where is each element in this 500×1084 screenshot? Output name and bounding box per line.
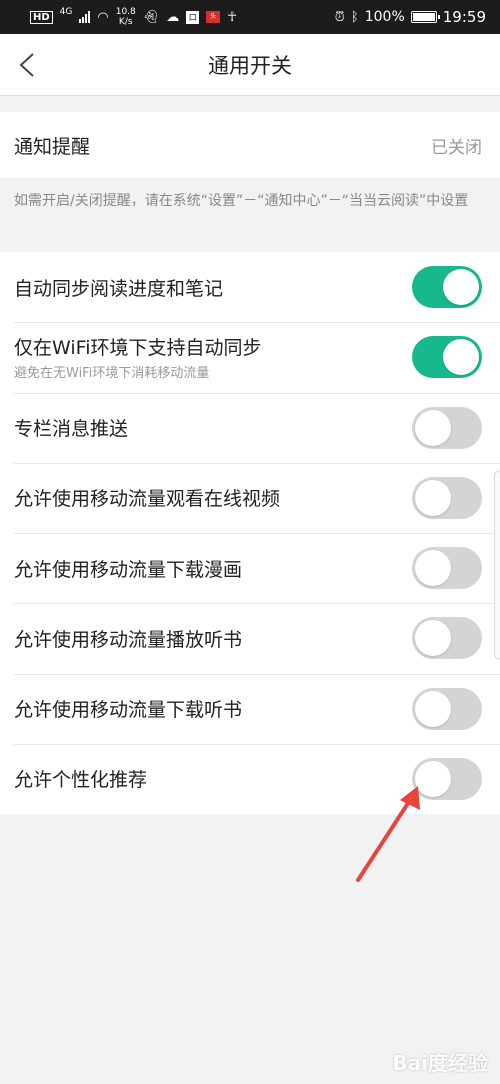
setting-label: 允许个性化推荐 — [14, 769, 148, 792]
setting-label: 允许使用移动流量播放听书 — [14, 628, 243, 651]
toggle-knob — [415, 690, 451, 727]
toggle-knob — [415, 479, 451, 516]
setting-toggle[interactable] — [412, 547, 482, 590]
swirl-app-icon: ☥ — [227, 9, 237, 25]
setting-label: 专栏消息推送 — [14, 418, 129, 441]
toggle-knob — [443, 339, 479, 376]
clock: 19:59 — [442, 8, 486, 26]
baidu-jingyan-watermark: Bai度经验 — [392, 1051, 488, 1075]
setting-toggle[interactable] — [412, 406, 482, 449]
setting-sublabel: 避免在无WiFi环境下消耗移动流量 — [14, 366, 210, 382]
back-arrow-icon[interactable] — [16, 52, 40, 78]
hd-badge: HD — [30, 10, 53, 24]
bluetooth-icon: ᛒ — [350, 9, 359, 25]
setting-text: 允许使用移动流量播放听书 — [14, 625, 242, 652]
setting-text: 仅在WiFi环境下支持自动同步避免在无WiFi环境下消耗移动流量 — [14, 333, 261, 381]
nav-header: 通用开关 — [0, 34, 500, 96]
wifi-icon: ◠ — [97, 9, 109, 25]
notification-hint: 如需开启/关闭提醒，请在系统“设置”－“通知中心”－“当当云阅读”中设置 — [0, 178, 500, 252]
toggle-knob — [415, 550, 451, 587]
network-speed: 10.8 K/s — [116, 7, 136, 27]
status-right: ⏰︎ ᛒ 100% 19:59 — [335, 8, 486, 26]
setting-text: 允许个性化推荐 — [14, 765, 147, 792]
wechat-icon: ☁ — [166, 9, 180, 25]
toggle-knob — [443, 269, 479, 306]
notification-status: 已关闭 — [431, 137, 482, 158]
toggle-knob — [415, 620, 451, 657]
setting-label: 仅在WiFi环境下支持自动同步 — [14, 337, 262, 360]
app-notification-icon: 口 — [186, 10, 200, 24]
page-title: 通用开关 — [208, 53, 292, 78]
setting-toggle[interactable] — [412, 476, 482, 519]
setting-text: 允许使用移动流量下载听书 — [14, 695, 242, 722]
setting-text: 允许使用移动流量观看在线视频 — [14, 484, 280, 511]
network-type: 4G — [59, 7, 73, 17]
battery-icon — [410, 11, 440, 23]
news-app-icon: 头 — [206, 11, 221, 23]
setting-toggle[interactable] — [412, 687, 482, 730]
setting-toggle[interactable] — [412, 617, 482, 660]
setting-text: 自动同步阅读进度和笔记 — [14, 274, 223, 301]
setting-text: 允许使用移动流量下载漫画 — [14, 555, 242, 582]
setting-row: 允许使用移动流量下载听书 — [0, 673, 500, 744]
setting-text: 专栏消息推送 — [14, 414, 128, 441]
signal-icon — [79, 11, 91, 23]
ghost-notification-icon: 👻︎ — [142, 9, 160, 25]
setting-row: 允许使用移动流量观看在线视频 — [0, 462, 500, 533]
speed-value: 10.8 — [115, 7, 136, 17]
status-left: HD 4G ◠ 10.8 K/s 👻︎ ☁ 口 头 ☥ — [30, 7, 237, 27]
notification-setting-row[interactable]: 通知提醒 已关闭 — [0, 112, 500, 178]
toggle-knob — [415, 409, 451, 446]
setting-label: 允许使用移动流量下载漫画 — [14, 558, 243, 581]
setting-row: 自动同步阅读进度和笔记 — [0, 252, 500, 322]
setting-row: 允许使用移动流量播放听书 — [0, 603, 500, 673]
settings-list: 自动同步阅读进度和笔记仅在WiFi环境下支持自动同步避免在无WiFi环境下消耗移… — [0, 252, 500, 814]
setting-row: 专栏消息推送 — [0, 392, 500, 463]
setting-label: 自动同步阅读进度和笔记 — [14, 277, 224, 300]
speed-unit: K/s — [118, 17, 133, 27]
annotation-arrow-icon — [356, 786, 420, 882]
setting-toggle[interactable] — [412, 266, 482, 309]
battery-percent: 100% — [364, 9, 405, 25]
setting-label: 允许使用移动流量下载听书 — [14, 699, 243, 722]
alarm-icon: ⏰︎ — [334, 9, 345, 25]
setting-row: 允许使用移动流量下载漫画 — [0, 533, 500, 603]
setting-toggle[interactable] — [412, 336, 482, 379]
notification-label: 通知提醒 — [14, 135, 91, 158]
status-bar: HD 4G ◠ 10.8 K/s 👻︎ ☁ 口 头 ☥ ⏰︎ ᛒ 100% 19… — [0, 0, 500, 34]
setting-label: 允许使用移动流量观看在线视频 — [14, 488, 281, 511]
setting-row: 仅在WiFi环境下支持自动同步避免在无WiFi环境下消耗移动流量 — [0, 322, 500, 392]
scroll-indicator — [494, 470, 500, 660]
